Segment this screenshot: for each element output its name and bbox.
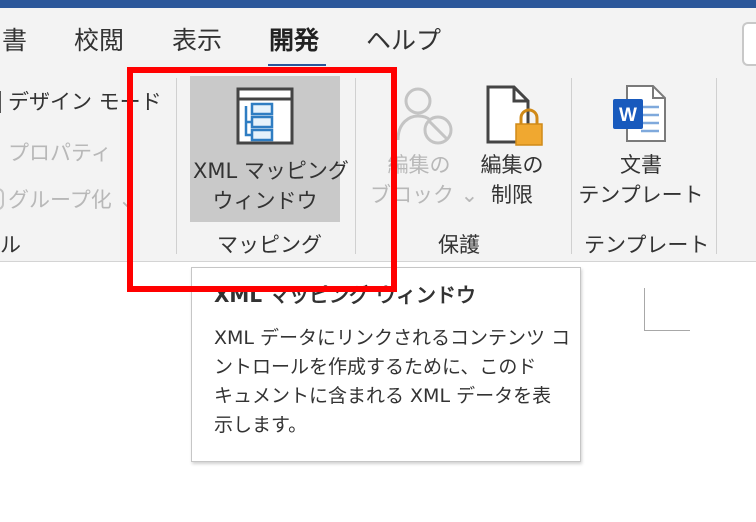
ribbon-tab-bar: 書 校閲 表示 開発 ヘルプ — [0, 8, 756, 68]
protect-group-label: 保護 — [438, 233, 480, 257]
tooltip-description-line: XML データにリンクされるコンテンツ コ — [214, 327, 571, 349]
templates-group-label: テンプレート — [584, 233, 710, 257]
word-document-icon: W — [613, 85, 666, 142]
document-lock-icon — [486, 85, 543, 146]
group-icon — [0, 188, 4, 210]
tab-developer[interactable]: 開発 — [269, 26, 319, 56]
highlight-box — [127, 67, 397, 292]
block-authors-icon — [396, 87, 453, 145]
tab-help[interactable]: ヘルプ — [366, 26, 441, 56]
share-button-edge[interactable] — [742, 22, 756, 66]
page-margin-mark — [644, 330, 690, 331]
document-template-label-line1: 文書 — [620, 153, 662, 177]
design-mode-icon — [0, 91, 1, 113]
tooltip-description-line: ントロールを作成するために、このド — [214, 356, 537, 378]
controls-group-label: ル — [0, 233, 21, 257]
tab-references[interactable]: 書 — [2, 26, 27, 56]
restrict-editing-label-line1: 編集の — [480, 153, 544, 177]
tooltip-description-line: キュメントに含まれる XML データを表 — [214, 385, 552, 407]
group-button[interactable]: グループ化 ⌄ — [8, 187, 136, 213]
group-separator — [716, 78, 717, 254]
group-separator — [571, 78, 572, 254]
restrict-editing-label-line2: 制限 — [491, 183, 533, 207]
title-bar-strip — [0, 0, 756, 8]
properties-button[interactable]: プロパティ — [8, 140, 112, 166]
tab-review[interactable]: 校閲 — [74, 26, 124, 56]
page-margin-mark — [644, 288, 645, 331]
document-template-label-line2: テンプレート — [578, 183, 704, 207]
xml-mapping-tooltip: XML マッピング ウィンドウ XML データにリンクされるコンテンツ コ ント… — [191, 267, 581, 462]
svg-text:W: W — [619, 105, 637, 126]
tab-view[interactable]: 表示 — [172, 26, 222, 56]
tooltip-description-line: 示します。 — [214, 414, 308, 436]
